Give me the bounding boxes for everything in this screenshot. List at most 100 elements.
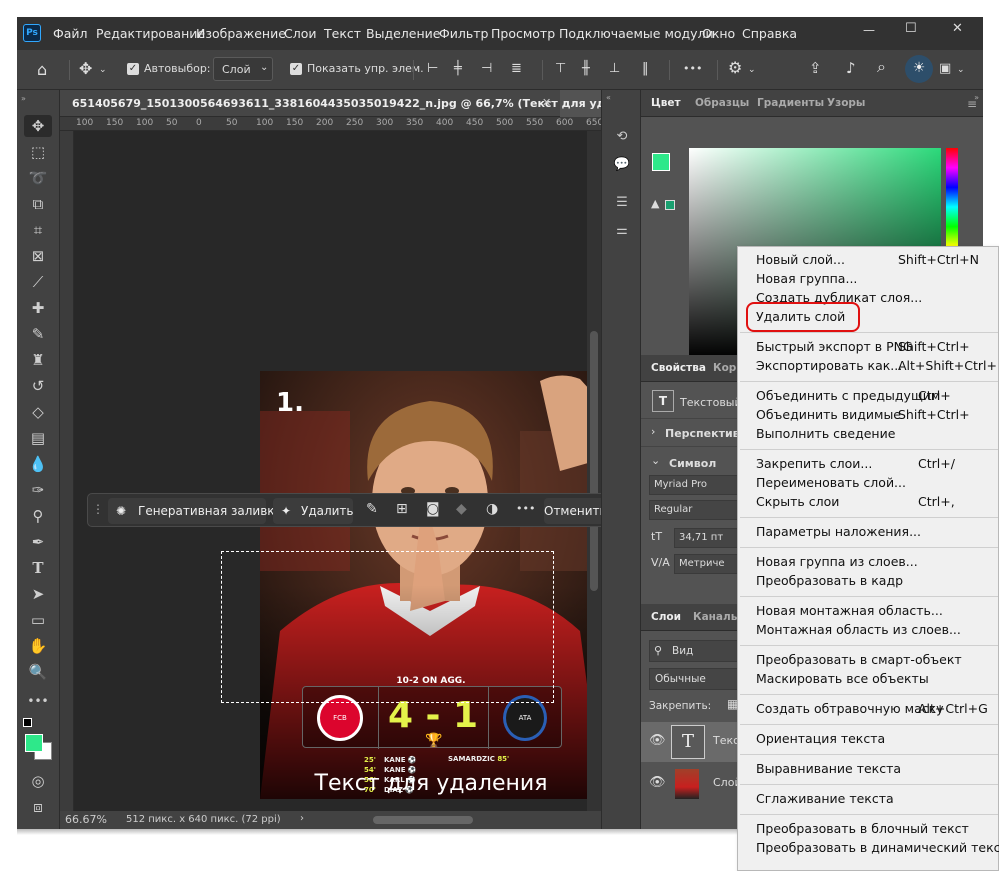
gradient-tool-icon[interactable]: ▤ [24,427,52,449]
brush-tool-icon[interactable]: ✎ [24,323,52,345]
type-tool-icon[interactable]: T [24,557,52,579]
visibility-eye-icon[interactable]: 👁 [649,775,666,790]
screen-mode-icon[interactable]: ⧈ [24,796,52,818]
web-safe-swatch[interactable] [665,200,675,210]
more-actions-button[interactable]: ••• [516,502,535,515]
menu-item[interactable]: Преобразовать в кадр [756,572,903,589]
menu-item[interactable]: Новый слой... [756,251,845,268]
remove-button[interactable]: ✦ Удалить [273,498,354,524]
menu-item[interactable]: Новая группа из слоев... [756,553,918,570]
lasso-tool-icon[interactable]: ➰ [24,167,52,189]
menu-item[interactable]: Преобразовать в динамический текст [756,839,999,856]
show-controls-checkbox[interactable]: ✓ [290,63,302,75]
transform-selection-icon[interactable]: ⊞ [396,501,408,517]
history-brush-icon[interactable]: ↺ [24,375,52,397]
maximize-button[interactable]: ☐ [905,21,917,36]
panel-menu-icon[interactable]: ≡ [967,97,977,111]
foreground-color-swatch[interactable] [25,734,43,752]
move-tool-icon[interactable]: ✥ [24,115,52,137]
menu-type[interactable]: Текст [324,26,361,41]
healing-brush-icon[interactable]: ✚ [24,297,52,319]
layer-name-text[interactable]: Текс [713,734,739,747]
marquee-tool-icon[interactable]: ⬚ [24,141,52,163]
menu-item[interactable]: Параметры наложения... [756,523,921,540]
sliders-icon[interactable]: ⚌ [612,223,632,241]
adjustments-icon[interactable]: ☰ [612,195,632,213]
fg-swatch-small[interactable] [652,153,670,171]
history-icon[interactable]: ⟲ [612,129,632,147]
generative-fill-button[interactable]: ✺ Генеративная заливка [108,498,282,524]
character-section[interactable]: Символ [669,457,716,470]
menu-image[interactable]: Изображение [196,26,286,41]
rectangle-tool-icon[interactable]: ▭ [24,609,52,631]
menu-edit[interactable]: Редактирование [96,26,205,41]
blur-tool-icon[interactable]: 💧 [24,453,52,475]
more-options-button[interactable]: ••• [683,61,702,77]
tab-swatches[interactable]: Образцы [695,97,749,109]
menu-window[interactable]: Окно [702,26,735,41]
comments-icon[interactable]: 💬 [612,157,632,175]
stamp-tool-icon[interactable]: ♜ [24,349,52,371]
horizontal-scrollbar-thumb[interactable] [373,816,473,824]
quick-mask-icon[interactable]: ◎ [24,770,52,792]
hand-tool-icon[interactable]: ✋ [24,635,52,657]
crop-tool-icon[interactable]: ⌗ [24,219,52,241]
search-icon[interactable]: ⌕ [877,59,886,75]
fill-bucket-icon[interactable]: ◆ [456,501,467,517]
distribute-v-icon[interactable]: ‖ [642,61,649,77]
chevron-right-icon[interactable]: › [651,425,655,438]
close-button[interactable]: ✕ [952,21,963,36]
menu-item[interactable]: Преобразовать в блочный текст [756,820,969,837]
menu-item[interactable]: Создать обтравочную маску [756,700,944,717]
menu-item[interactable]: Выполнить сведение [756,425,895,442]
canvas-area[interactable]: 1. 10-2 ON AGG. FCB 4 - 1 ATA 🏆 25' KANE … [74,131,602,811]
chevron-down-icon[interactable]: ⌄ [957,62,965,78]
menu-item[interactable]: Переименовать слой... [756,474,906,491]
3d-mode-gear-icon[interactable]: ⚙ [728,60,742,76]
zoom-search-icon[interactable]: ⚲ [24,505,52,527]
chevron-down-icon[interactable]: ⌄ [651,454,660,467]
chevron-right-icon[interactable]: › [300,813,304,824]
dodge-tool-icon[interactable]: ✑ [24,479,52,501]
menu-item[interactable]: Выравнивание текста [756,760,901,777]
collapse-arrows-icon[interactable]: « [606,93,611,102]
chevron-down-icon[interactable]: ⌄ [748,62,756,78]
align-center-h-icon[interactable]: ╪ [454,61,462,77]
menu-item[interactable]: Экспортировать как... [756,357,902,374]
menu-file[interactable]: Файл [53,26,88,41]
tab-patterns[interactable]: Узоры [827,97,865,109]
menu-plugins[interactable]: Подключаемые модули [559,26,714,41]
home-icon[interactable]: ⌂ [37,62,47,78]
eyedropper-tool-icon[interactable]: ⟋ [24,271,52,293]
align-left-icon[interactable]: ⊢ [427,61,438,77]
drag-handle-icon[interactable]: ⋮ [92,502,104,516]
more-tools-icon[interactable]: ••• [24,690,52,712]
default-colors-icon[interactable] [23,718,32,727]
brush-mask-icon[interactable]: ✎ [366,501,378,517]
auto-select-checkbox[interactable]: ✓ [127,63,139,75]
menu-item[interactable]: Новая монтажная область... [756,602,943,619]
path-select-icon[interactable]: ➤ [24,583,52,605]
layer-select-dropdown[interactable]: Слой ⌄ [213,57,273,81]
tab-properties[interactable]: Свойства [651,362,706,374]
zoom-tool-icon[interactable]: 🔍 [24,661,52,683]
tab-gradients[interactable]: Градиенты [757,97,824,109]
menu-item[interactable]: Монтажная область из слоев... [756,621,961,638]
app-icon[interactable]: Ps [23,24,41,42]
close-tab-icon[interactable]: ✕ [542,96,551,109]
eraser-tool-icon[interactable]: ◇ [24,401,52,423]
pen-tool-icon[interactable]: ✒ [24,531,52,553]
move-tool-icon[interactable]: ✥ [79,61,92,77]
notifications-bell-icon[interactable]: ♪ [846,60,856,76]
discover-lightbulb-icon[interactable]: ☀ [905,55,933,83]
mask-icon[interactable]: ◙ [426,501,440,517]
workspace-icon[interactable]: ▣ [939,61,951,77]
menu-item[interactable]: Закрепить слои... [756,455,872,472]
menu-item[interactable]: Объединить видимые [756,406,901,423]
tab-layers[interactable]: Слои [651,611,681,623]
minimize-button[interactable]: — [863,23,875,37]
adjustment-icon[interactable]: ◑ [486,501,498,517]
vertical-scrollbar[interactable] [587,131,601,811]
tab-color[interactable]: Цвет [651,97,681,109]
menu-layers[interactable]: Слои [284,26,317,41]
